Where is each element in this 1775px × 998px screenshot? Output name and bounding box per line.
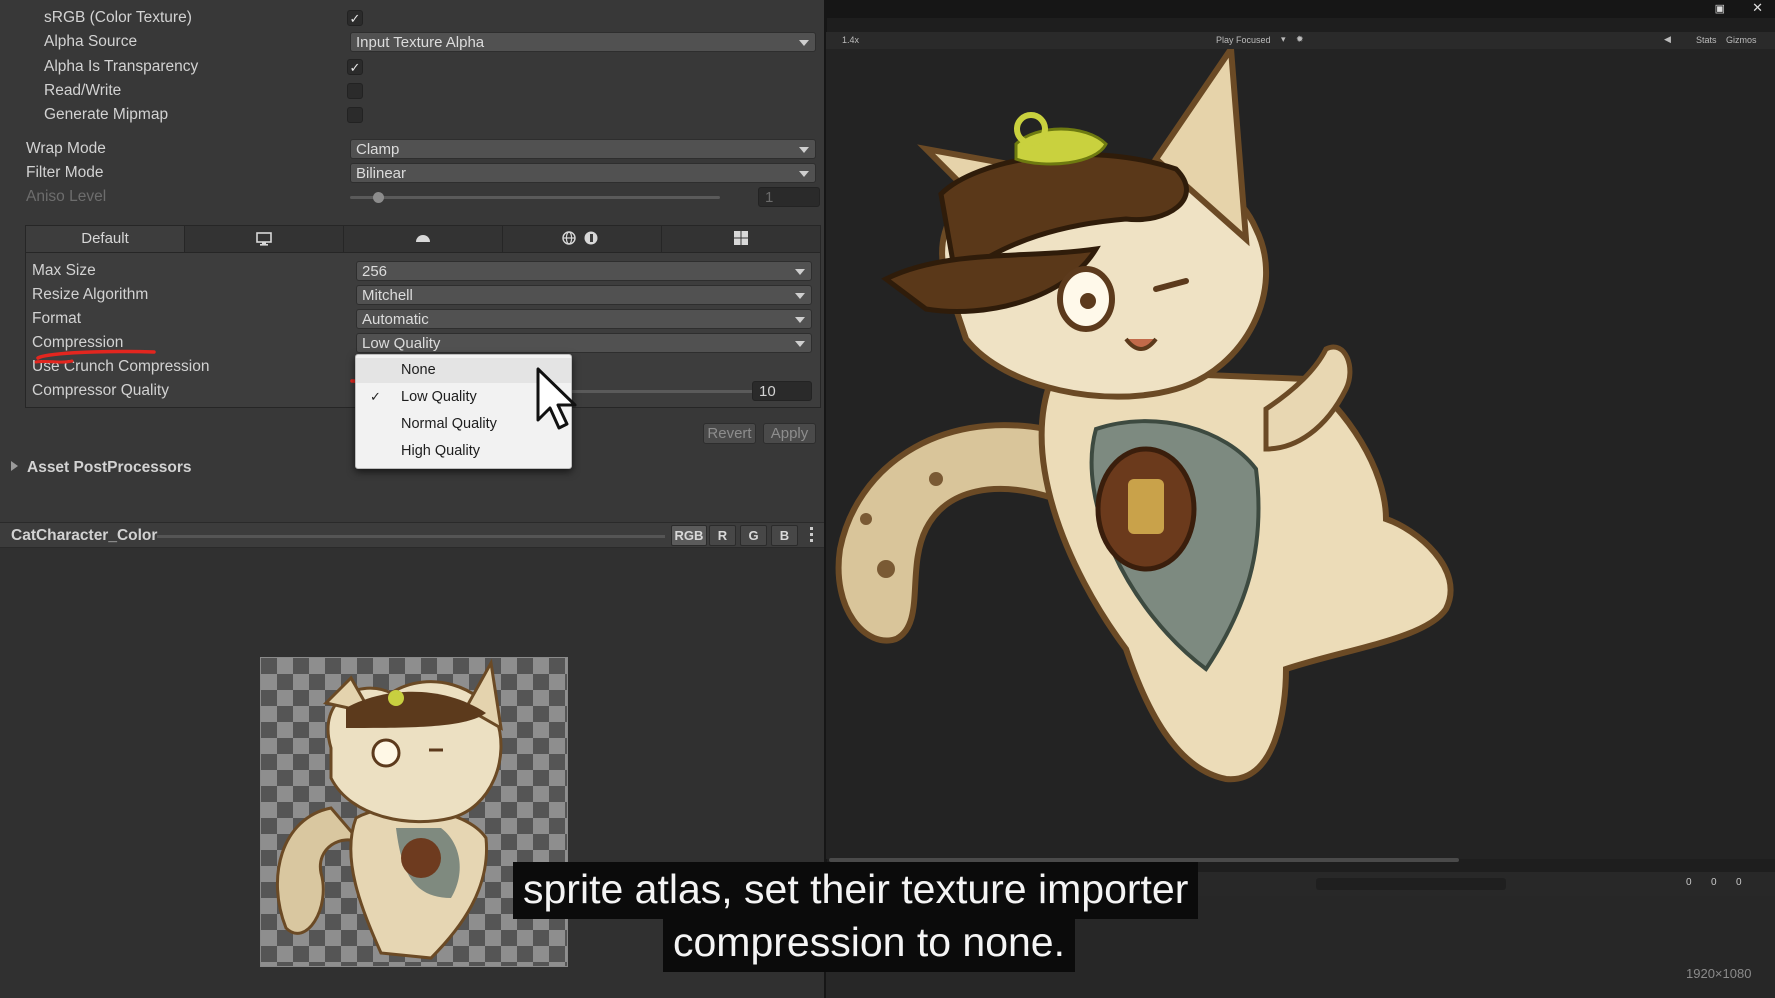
checkmark-icon: ✓: [370, 389, 381, 404]
apply-button[interactable]: Apply: [763, 423, 816, 444]
caption-line-1: sprite atlas, set their texture importer: [513, 862, 1199, 919]
cat-character-sprite-small: [275, 658, 503, 960]
texture-preview-image: [260, 657, 568, 967]
close-icon[interactable]: ✕: [1752, 0, 1763, 16]
option-low-quality-label: Low Quality: [401, 389, 477, 405]
foldout-arrow-icon: [11, 461, 18, 471]
channel-r-button[interactable]: R: [709, 525, 736, 546]
console-search-input[interactable]: [1316, 878, 1506, 890]
error-count[interactable]: 0: [1736, 877, 1742, 888]
cat-character-sprite-large: [835, 40, 1454, 783]
channel-rgb-button[interactable]: RGB: [671, 525, 707, 546]
game-viewport: [826, 40, 1775, 859]
more-options-icon[interactable]: [810, 527, 814, 543]
gizmos-button[interactable]: Gizmos: [1726, 35, 1757, 45]
red-annotation: [34, 349, 472, 384]
compression-underline: [36, 349, 156, 360]
preview-mip-slider[interactable]: [157, 535, 665, 538]
scale-label[interactable]: 1.4x: [842, 35, 859, 45]
revert-button[interactable]: Revert: [703, 423, 756, 444]
preview-title: CatCharacter_Color: [11, 527, 158, 544]
stats-button[interactable]: Stats: [1696, 35, 1717, 45]
option-none-label: None: [401, 362, 436, 378]
caption-line-2: compression to none.: [663, 915, 1076, 972]
info-count[interactable]: 0: [1686, 877, 1692, 888]
warning-count[interactable]: 0: [1711, 877, 1717, 888]
play-mode-dropdown[interactable]: Play Focused: [1216, 35, 1271, 45]
option-high-quality[interactable]: High Quality: [356, 439, 571, 464]
settings-icon[interactable]: ✹: [1296, 34, 1304, 45]
game-window-titlebar: ▣ ✕: [826, 0, 1775, 18]
preview-header: CatCharacter_Color RGB R G B: [0, 522, 826, 548]
channel-b-button[interactable]: B: [771, 525, 798, 546]
game-toolbar: 1.4x Play Focused ▾ ✹ ◀ Stats Gizmos: [826, 32, 1775, 49]
maximize-icon[interactable]: ▣: [1715, 2, 1725, 15]
asset-postprocessors-label: Asset PostProcessors: [27, 459, 192, 476]
channel-g-button[interactable]: G: [740, 525, 767, 546]
mouse-cursor-icon: [536, 367, 577, 430]
audio-icon[interactable]: ◀: [1664, 34, 1671, 45]
resolution-label: 1920×1080: [1686, 966, 1752, 981]
compression-underline-tail: [34, 359, 74, 364]
chevron-down-icon: ▾: [1281, 34, 1286, 44]
option-normal-quality-label: Normal Quality: [401, 416, 497, 432]
option-high-quality-label: High Quality: [401, 443, 480, 459]
